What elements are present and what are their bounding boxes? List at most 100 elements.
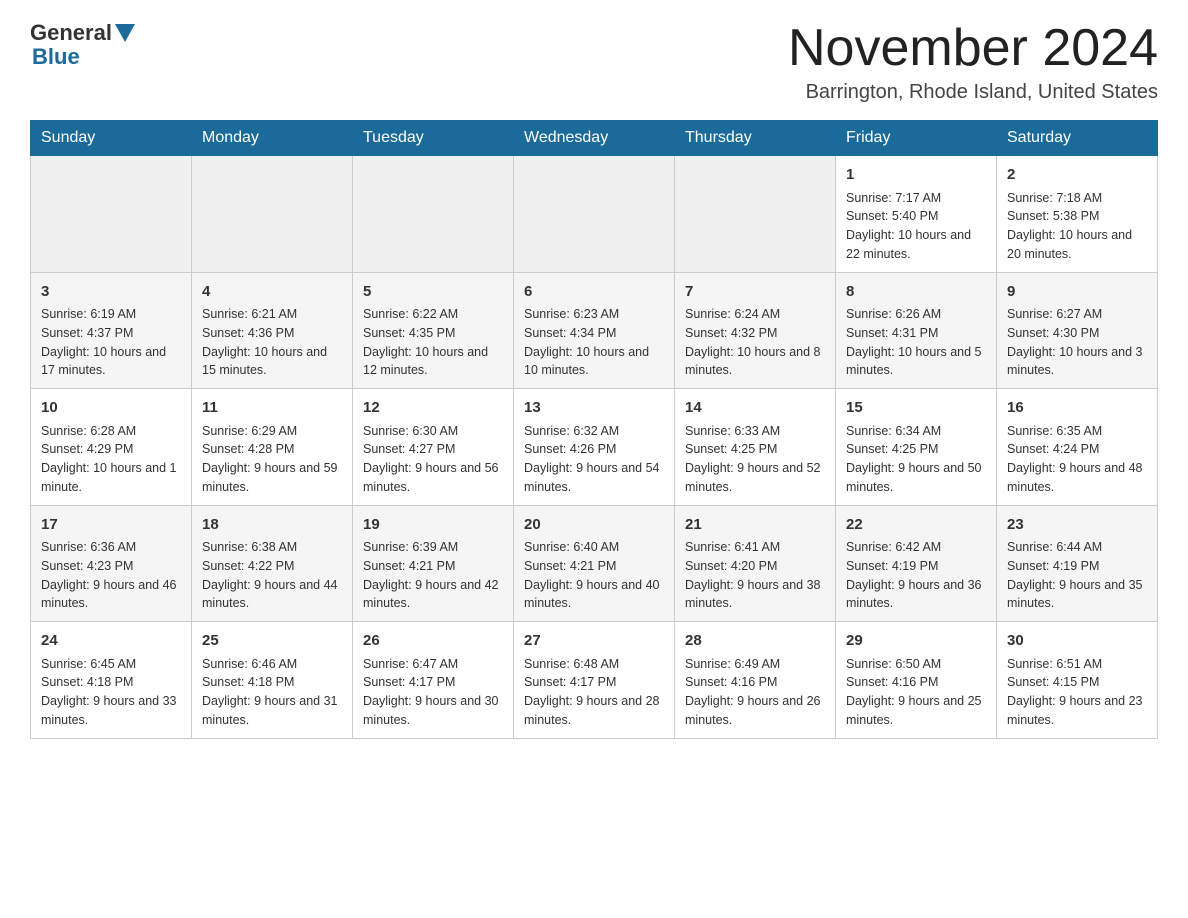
logo: General Blue: [30, 20, 135, 70]
day-info: Sunrise: 6:48 AM Sunset: 4:17 PM Dayligh…: [524, 655, 664, 730]
calendar-cell: 11Sunrise: 6:29 AM Sunset: 4:28 PM Dayli…: [192, 389, 353, 506]
day-info: Sunrise: 6:39 AM Sunset: 4:21 PM Dayligh…: [363, 538, 503, 613]
day-number: 13: [524, 397, 664, 420]
calendar-header-friday: Friday: [836, 121, 997, 156]
day-info: Sunrise: 6:24 AM Sunset: 4:32 PM Dayligh…: [685, 305, 825, 380]
day-info: Sunrise: 6:22 AM Sunset: 4:35 PM Dayligh…: [363, 305, 503, 380]
day-number: 27: [524, 630, 664, 653]
logo-arrow-icon: [115, 24, 135, 42]
day-number: 29: [846, 630, 986, 653]
day-info: Sunrise: 6:36 AM Sunset: 4:23 PM Dayligh…: [41, 538, 181, 613]
calendar-header-wednesday: Wednesday: [514, 121, 675, 156]
day-info: Sunrise: 6:27 AM Sunset: 4:30 PM Dayligh…: [1007, 305, 1147, 380]
day-info: Sunrise: 6:51 AM Sunset: 4:15 PM Dayligh…: [1007, 655, 1147, 730]
calendar-cell: 25Sunrise: 6:46 AM Sunset: 4:18 PM Dayli…: [192, 622, 353, 739]
day-info: Sunrise: 6:47 AM Sunset: 4:17 PM Dayligh…: [363, 655, 503, 730]
day-info: Sunrise: 6:28 AM Sunset: 4:29 PM Dayligh…: [41, 422, 181, 497]
calendar-cell: 4Sunrise: 6:21 AM Sunset: 4:36 PM Daylig…: [192, 272, 353, 389]
day-number: 4: [202, 281, 342, 304]
calendar-header-row: SundayMondayTuesdayWednesdayThursdayFrid…: [31, 121, 1158, 156]
month-title: November 2024: [788, 20, 1158, 77]
calendar-week-row: 10Sunrise: 6:28 AM Sunset: 4:29 PM Dayli…: [31, 389, 1158, 506]
day-info: Sunrise: 6:49 AM Sunset: 4:16 PM Dayligh…: [685, 655, 825, 730]
calendar-cell: 22Sunrise: 6:42 AM Sunset: 4:19 PM Dayli…: [836, 505, 997, 622]
day-number: 22: [846, 514, 986, 537]
day-number: 25: [202, 630, 342, 653]
day-number: 12: [363, 397, 503, 420]
day-number: 21: [685, 514, 825, 537]
calendar-cell: 10Sunrise: 6:28 AM Sunset: 4:29 PM Dayli…: [31, 389, 192, 506]
calendar-cell: 12Sunrise: 6:30 AM Sunset: 4:27 PM Dayli…: [353, 389, 514, 506]
day-number: 10: [41, 397, 181, 420]
day-number: 8: [846, 281, 986, 304]
calendar-cell: 26Sunrise: 6:47 AM Sunset: 4:17 PM Dayli…: [353, 622, 514, 739]
calendar-cell: 24Sunrise: 6:45 AM Sunset: 4:18 PM Dayli…: [31, 622, 192, 739]
calendar-week-row: 3Sunrise: 6:19 AM Sunset: 4:37 PM Daylig…: [31, 272, 1158, 389]
day-number: 9: [1007, 281, 1147, 304]
calendar-header-sunday: Sunday: [31, 121, 192, 156]
calendar-cell: 7Sunrise: 6:24 AM Sunset: 4:32 PM Daylig…: [675, 272, 836, 389]
calendar-week-row: 17Sunrise: 6:36 AM Sunset: 4:23 PM Dayli…: [31, 505, 1158, 622]
day-number: 30: [1007, 630, 1147, 653]
page-header: General Blue November 2024 Barrington, R…: [30, 20, 1158, 104]
day-info: Sunrise: 6:50 AM Sunset: 4:16 PM Dayligh…: [846, 655, 986, 730]
calendar-cell: 13Sunrise: 6:32 AM Sunset: 4:26 PM Dayli…: [514, 389, 675, 506]
day-number: 3: [41, 281, 181, 304]
calendar-cell: 1Sunrise: 7:17 AM Sunset: 5:40 PM Daylig…: [836, 156, 997, 273]
day-info: Sunrise: 6:32 AM Sunset: 4:26 PM Dayligh…: [524, 422, 664, 497]
calendar-cell: 9Sunrise: 6:27 AM Sunset: 4:30 PM Daylig…: [997, 272, 1158, 389]
day-info: Sunrise: 6:33 AM Sunset: 4:25 PM Dayligh…: [685, 422, 825, 497]
calendar-cell: 17Sunrise: 6:36 AM Sunset: 4:23 PM Dayli…: [31, 505, 192, 622]
day-info: Sunrise: 6:45 AM Sunset: 4:18 PM Dayligh…: [41, 655, 181, 730]
calendar-cell: 14Sunrise: 6:33 AM Sunset: 4:25 PM Dayli…: [675, 389, 836, 506]
day-info: Sunrise: 6:34 AM Sunset: 4:25 PM Dayligh…: [846, 422, 986, 497]
calendar-cell: 19Sunrise: 6:39 AM Sunset: 4:21 PM Dayli…: [353, 505, 514, 622]
calendar-cell: 28Sunrise: 6:49 AM Sunset: 4:16 PM Dayli…: [675, 622, 836, 739]
calendar-cell: 15Sunrise: 6:34 AM Sunset: 4:25 PM Dayli…: [836, 389, 997, 506]
calendar-cell: [514, 156, 675, 273]
day-info: Sunrise: 6:46 AM Sunset: 4:18 PM Dayligh…: [202, 655, 342, 730]
calendar-header-monday: Monday: [192, 121, 353, 156]
calendar-cell: [353, 156, 514, 273]
day-info: Sunrise: 6:38 AM Sunset: 4:22 PM Dayligh…: [202, 538, 342, 613]
calendar-header-tuesday: Tuesday: [353, 121, 514, 156]
day-number: 28: [685, 630, 825, 653]
day-number: 24: [41, 630, 181, 653]
day-number: 16: [1007, 397, 1147, 420]
day-info: Sunrise: 6:30 AM Sunset: 4:27 PM Dayligh…: [363, 422, 503, 497]
calendar-cell: [192, 156, 353, 273]
title-block: November 2024 Barrington, Rhode Island, …: [788, 20, 1158, 104]
day-number: 14: [685, 397, 825, 420]
calendar-cell: 30Sunrise: 6:51 AM Sunset: 4:15 PM Dayli…: [997, 622, 1158, 739]
location-subtitle: Barrington, Rhode Island, United States: [788, 81, 1158, 104]
day-info: Sunrise: 7:17 AM Sunset: 5:40 PM Dayligh…: [846, 189, 986, 264]
calendar-cell: 21Sunrise: 6:41 AM Sunset: 4:20 PM Dayli…: [675, 505, 836, 622]
calendar-cell: 2Sunrise: 7:18 AM Sunset: 5:38 PM Daylig…: [997, 156, 1158, 273]
day-number: 26: [363, 630, 503, 653]
day-info: Sunrise: 6:42 AM Sunset: 4:19 PM Dayligh…: [846, 538, 986, 613]
calendar-week-row: 24Sunrise: 6:45 AM Sunset: 4:18 PM Dayli…: [31, 622, 1158, 739]
calendar-cell: 16Sunrise: 6:35 AM Sunset: 4:24 PM Dayli…: [997, 389, 1158, 506]
calendar-cell: [675, 156, 836, 273]
day-info: Sunrise: 6:40 AM Sunset: 4:21 PM Dayligh…: [524, 538, 664, 613]
day-info: Sunrise: 6:26 AM Sunset: 4:31 PM Dayligh…: [846, 305, 986, 380]
calendar-cell: 6Sunrise: 6:23 AM Sunset: 4:34 PM Daylig…: [514, 272, 675, 389]
calendar-cell: 3Sunrise: 6:19 AM Sunset: 4:37 PM Daylig…: [31, 272, 192, 389]
day-number: 6: [524, 281, 664, 304]
day-info: Sunrise: 6:21 AM Sunset: 4:36 PM Dayligh…: [202, 305, 342, 380]
day-number: 17: [41, 514, 181, 537]
day-info: Sunrise: 6:29 AM Sunset: 4:28 PM Dayligh…: [202, 422, 342, 497]
day-number: 23: [1007, 514, 1147, 537]
day-info: Sunrise: 6:19 AM Sunset: 4:37 PM Dayligh…: [41, 305, 181, 380]
day-info: Sunrise: 6:23 AM Sunset: 4:34 PM Dayligh…: [524, 305, 664, 380]
calendar-cell: 20Sunrise: 6:40 AM Sunset: 4:21 PM Dayli…: [514, 505, 675, 622]
day-number: 19: [363, 514, 503, 537]
day-number: 18: [202, 514, 342, 537]
logo-general-text: General: [30, 20, 112, 46]
day-info: Sunrise: 6:35 AM Sunset: 4:24 PM Dayligh…: [1007, 422, 1147, 497]
calendar-cell: 18Sunrise: 6:38 AM Sunset: 4:22 PM Dayli…: [192, 505, 353, 622]
calendar-cell: 29Sunrise: 6:50 AM Sunset: 4:16 PM Dayli…: [836, 622, 997, 739]
day-info: Sunrise: 6:44 AM Sunset: 4:19 PM Dayligh…: [1007, 538, 1147, 613]
calendar-cell: [31, 156, 192, 273]
day-number: 15: [846, 397, 986, 420]
